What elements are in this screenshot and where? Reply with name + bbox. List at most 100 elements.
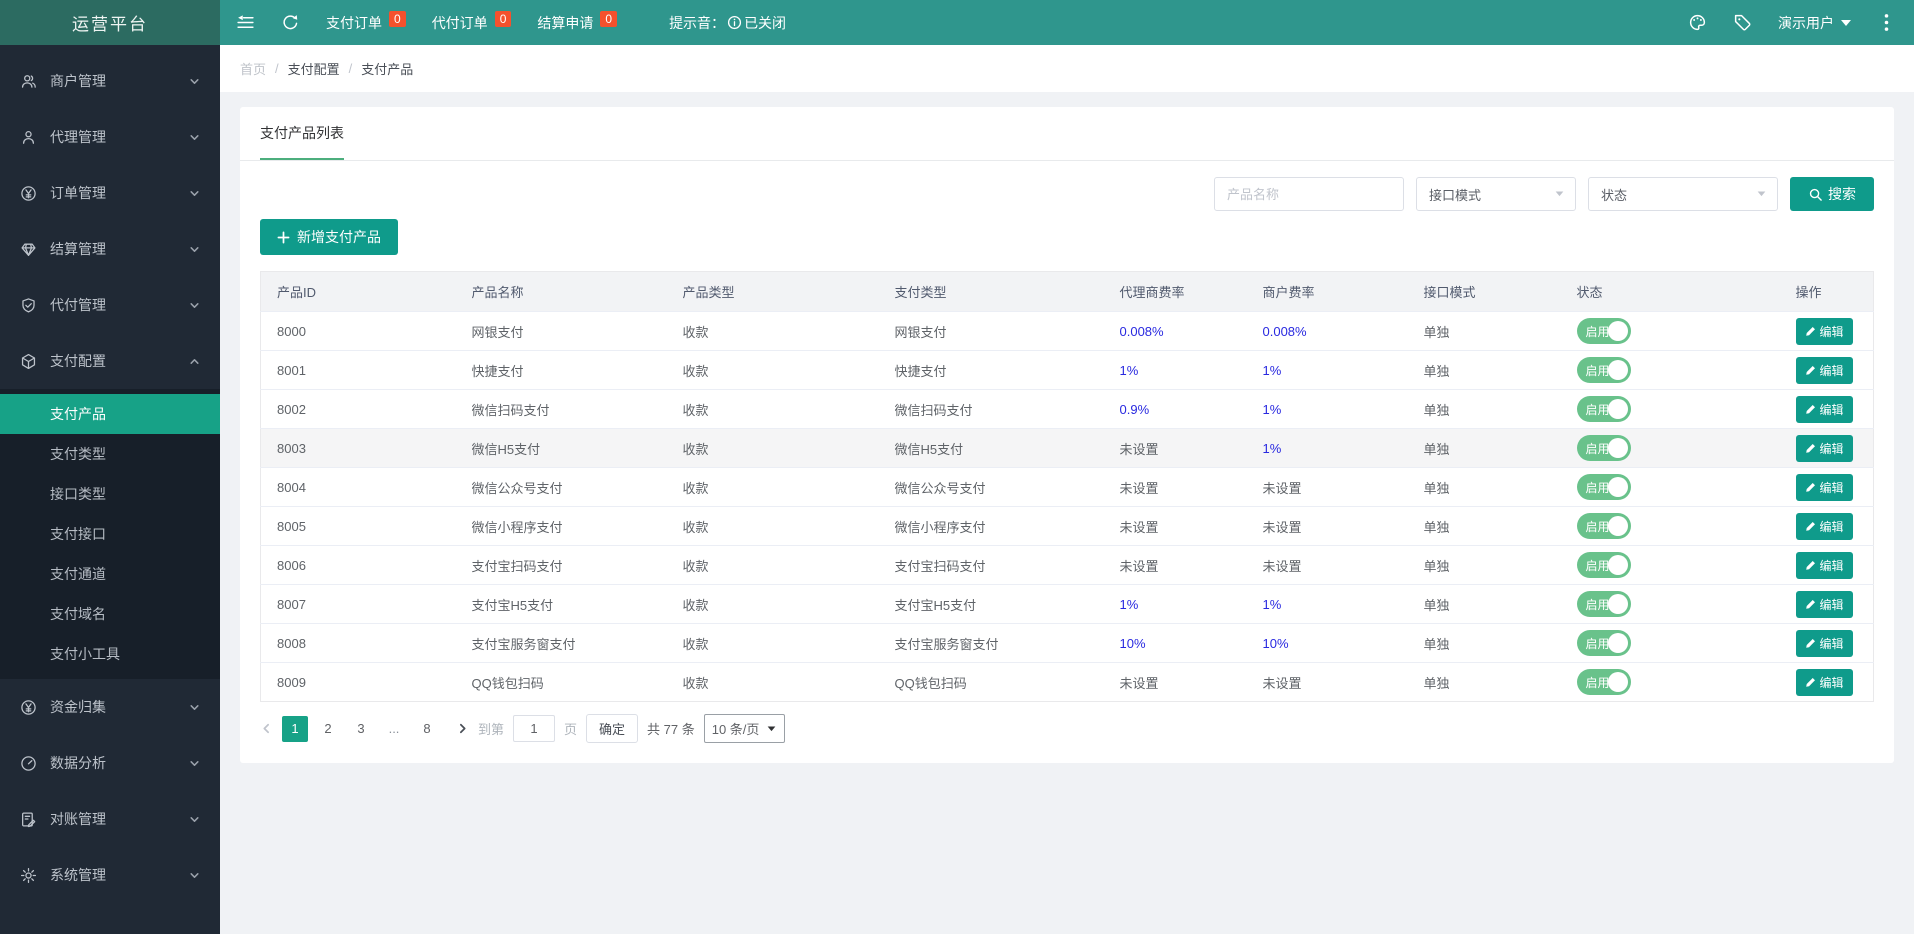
table-header-row: 产品ID产品名称产品类型支付类型代理商费率商户费率接口模式状态操作 — [261, 272, 1874, 312]
collapse-sidebar-icon[interactable] — [236, 13, 255, 32]
nav-menu-2[interactable]: 结算申请0 — [537, 13, 617, 33]
nav-menu-1[interactable]: 代付订单0 — [432, 13, 512, 33]
submenu-item-5[interactable]: 支付域名 — [0, 594, 220, 634]
page-number-1[interactable]: 1 — [282, 716, 308, 742]
confirm-button[interactable]: 确定 — [586, 714, 638, 743]
refresh-icon[interactable] — [281, 13, 300, 32]
agent_rate-link[interactable]: 0.008% — [1120, 324, 1164, 339]
main-content: 首页/支付配置/支付产品 支付产品列表 接口模式 状态 — [220, 45, 1914, 934]
status-toggle[interactable]: 启用 — [1577, 591, 1631, 617]
next-page-icon[interactable] — [456, 722, 469, 735]
merchant_rate-value: 未设置 — [1263, 520, 1302, 535]
tag-icon[interactable] — [1733, 13, 1752, 32]
cell-product-type: 收款 — [683, 312, 895, 351]
search-button-label: 搜索 — [1828, 184, 1856, 204]
status-toggle[interactable]: 启用 — [1577, 318, 1631, 344]
agent_rate-link[interactable]: 1% — [1120, 597, 1139, 612]
edit-button-label: 编辑 — [1820, 674, 1844, 691]
edit-button-label: 编辑 — [1820, 518, 1844, 535]
edit-button[interactable]: 编辑 — [1796, 396, 1853, 423]
goto-page-input[interactable] — [513, 715, 555, 742]
table-row: 8008支付宝服务窗支付收款支付宝服务窗支付10%10%单独启用编辑 — [261, 624, 1874, 663]
submenu-item-0[interactable]: 支付产品 — [0, 394, 220, 434]
cell-interface-mode: 单独 — [1424, 351, 1577, 390]
status-toggle[interactable]: 启用 — [1577, 474, 1631, 500]
sidebar-item-settlement[interactable]: 结算管理 — [0, 221, 220, 277]
edit-button[interactable]: 编辑 — [1796, 435, 1853, 462]
page-number-8[interactable]: 8 — [414, 716, 440, 742]
chevron-down-icon — [1756, 187, 1767, 202]
merchant_rate-link[interactable]: 1% — [1263, 363, 1282, 378]
sound-setting[interactable]: 提示音： 已关闭 — [669, 13, 786, 33]
cell-product-type: 收款 — [683, 585, 895, 624]
page-number-2[interactable]: 2 — [315, 716, 341, 742]
status-toggle[interactable]: 启用 — [1577, 357, 1631, 383]
sidebar-item-system[interactable]: 系统管理 — [0, 847, 220, 903]
status-toggle[interactable]: 启用 — [1577, 552, 1631, 578]
more-options-icon[interactable] — [1877, 13, 1896, 32]
sound-status: 已关闭 — [744, 13, 786, 33]
column-header-0: 产品ID — [261, 272, 472, 312]
agent_rate-link[interactable]: 0.9% — [1120, 402, 1150, 417]
edit-button[interactable]: 编辑 — [1796, 474, 1853, 501]
tab-payment-product-list[interactable]: 支付产品列表 — [260, 107, 344, 160]
status-select[interactable]: 状态 — [1588, 177, 1778, 211]
nav-menu-0[interactable]: 支付订单0 — [326, 13, 406, 33]
search-button[interactable]: 搜索 — [1790, 177, 1874, 211]
user-menu[interactable]: 演示用户 — [1778, 13, 1851, 33]
cell-pay-type: 微信小程序支付 — [895, 507, 1120, 546]
merchant_rate-link[interactable]: 1% — [1263, 597, 1282, 612]
merchant_rate-link[interactable]: 10% — [1263, 636, 1289, 651]
submenu-item-2[interactable]: 接口类型 — [0, 474, 220, 514]
status-toggle[interactable]: 启用 — [1577, 669, 1631, 695]
add-payment-product-button[interactable]: 新增支付产品 — [260, 219, 398, 255]
prev-page-icon[interactable] — [260, 722, 273, 735]
sidebar-item-order[interactable]: 订单管理 — [0, 165, 220, 221]
page-number-3[interactable]: 3 — [348, 716, 374, 742]
merchant_rate-value: 未设置 — [1263, 481, 1302, 496]
cell-pay-type: 微信H5支付 — [895, 429, 1120, 468]
cell-interface-mode: 单独 — [1424, 546, 1577, 585]
status-toggle[interactable]: 启用 — [1577, 435, 1631, 461]
status-select-value: 状态 — [1601, 185, 1627, 204]
nav-menu-label: 支付订单 — [326, 13, 382, 33]
sidebar-item-reconciliation[interactable]: 对账管理 — [0, 791, 220, 847]
interface-mode-select[interactable]: 接口模式 — [1416, 177, 1576, 211]
edit-button[interactable]: 编辑 — [1796, 513, 1853, 540]
sidebar-item-analytics[interactable]: 数据分析 — [0, 735, 220, 791]
sidebar-item-agent[interactable]: 代理管理 — [0, 109, 220, 165]
submenu-item-6[interactable]: 支付小工具 — [0, 634, 220, 674]
page-size-select[interactable]: 10 条/页 — [704, 714, 786, 743]
submenu-item-3[interactable]: 支付接口 — [0, 514, 220, 554]
agent_rate-link[interactable]: 1% — [1120, 363, 1139, 378]
cell-merchant_rate: 1% — [1263, 585, 1424, 624]
agent_rate-link[interactable]: 10% — [1120, 636, 1146, 651]
status-toggle[interactable]: 启用 — [1577, 396, 1631, 422]
breadcrumb-item-0[interactable]: 首页 — [240, 59, 266, 78]
merchant_rate-link[interactable]: 1% — [1263, 402, 1282, 417]
submenu-item-4[interactable]: 支付通道 — [0, 554, 220, 594]
edit-button[interactable]: 编辑 — [1796, 669, 1853, 696]
submenu-item-1[interactable]: 支付类型 — [0, 434, 220, 474]
edit-button[interactable]: 编辑 — [1796, 318, 1853, 345]
cell-actions: 编辑 — [1796, 663, 1874, 702]
cell-product-type: 收款 — [683, 507, 895, 546]
status-toggle[interactable]: 启用 — [1577, 630, 1631, 656]
edit-button[interactable]: 编辑 — [1796, 552, 1853, 579]
edit-button[interactable]: 编辑 — [1796, 357, 1853, 384]
theme-palette-icon[interactable] — [1688, 13, 1707, 32]
sidebar-item-funds[interactable]: 资金归集 — [0, 679, 220, 735]
status-toggle-label: 启用 — [1586, 518, 1610, 535]
edit-button[interactable]: 编辑 — [1796, 591, 1853, 618]
merchant_rate-link[interactable]: 0.008% — [1263, 324, 1307, 339]
toggle-knob — [1608, 321, 1628, 341]
cell-product-id: 8000 — [261, 312, 472, 351]
sidebar-item-merchant[interactable]: 商户管理 — [0, 53, 220, 109]
status-toggle[interactable]: 启用 — [1577, 513, 1631, 539]
sidebar-item-payout[interactable]: 代付管理 — [0, 277, 220, 333]
sidebar-item-payment-config[interactable]: 支付配置 — [0, 333, 220, 389]
chevron-down-icon — [189, 814, 200, 825]
product-name-input[interactable] — [1214, 177, 1404, 211]
merchant_rate-link[interactable]: 1% — [1263, 441, 1282, 456]
edit-button[interactable]: 编辑 — [1796, 630, 1853, 657]
